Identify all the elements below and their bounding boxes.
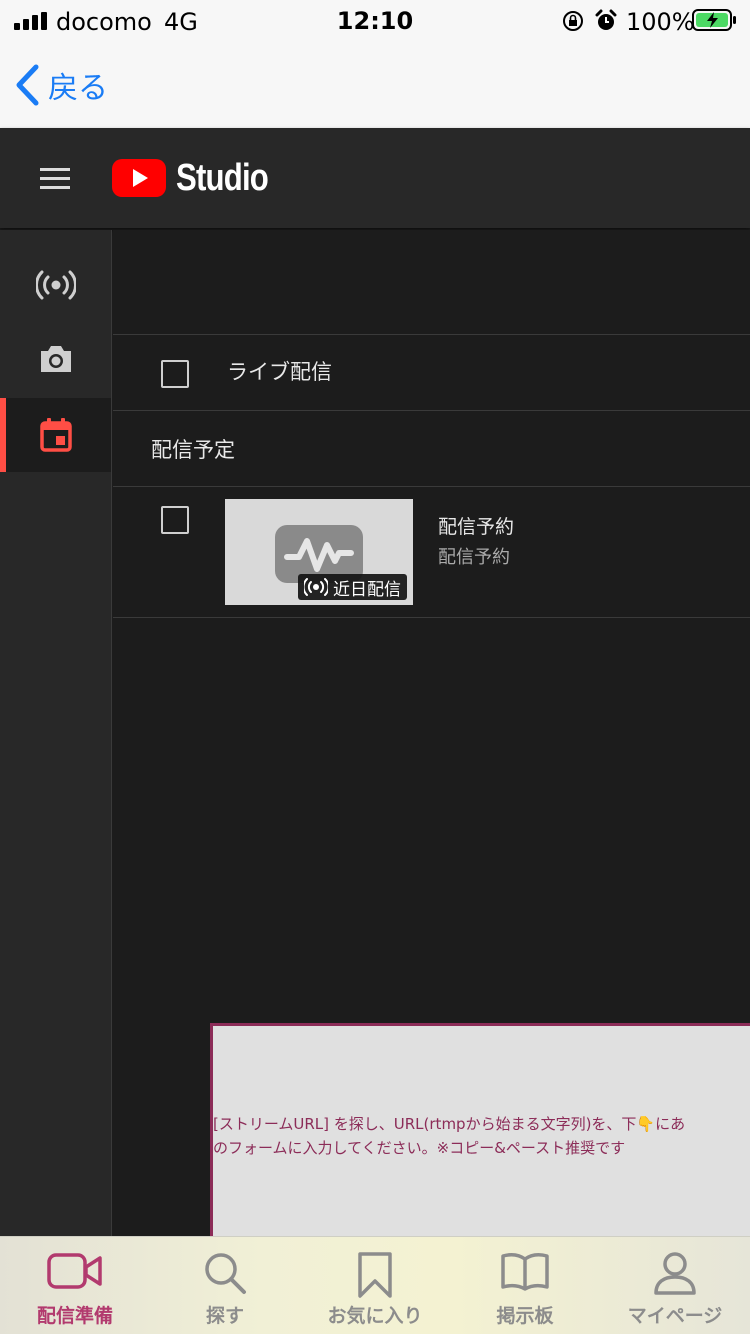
upcoming-badge: 近日配信 bbox=[298, 574, 407, 600]
instruction-line: のフォームに入力してください。※コピー&ペースト推奨です bbox=[213, 1139, 626, 1157]
hamburger-line bbox=[40, 168, 70, 171]
rail-item-live[interactable] bbox=[0, 248, 111, 322]
instruction-line: [ストリームURL] を探し、URL(rtmpから始まる文字列)を、下👇にあ bbox=[213, 1115, 686, 1133]
instruction-overlay: [ストリームURL] を探し、URL(rtmpから始まる文字列)を、下👇にあ の… bbox=[210, 1023, 750, 1243]
status-bar: docomo 4G 12:10 100% bbox=[0, 0, 750, 40]
tab-board[interactable]: 掲示板 bbox=[450, 1237, 600, 1334]
badge-text: 近日配信 bbox=[333, 579, 401, 600]
video-row-checkbox[interactable] bbox=[161, 506, 189, 534]
chevron-left-icon bbox=[16, 64, 39, 106]
video-subtitle: 配信予約 bbox=[438, 547, 510, 568]
rotation-lock-icon bbox=[563, 11, 583, 31]
tab-mypage[interactable]: マイページ bbox=[600, 1237, 750, 1334]
back-button[interactable]: 戻る bbox=[14, 62, 108, 108]
bottom-tab-bar: 配信準備 探す お気に入り 掲示板 マイページ bbox=[0, 1236, 750, 1334]
list-toolbar bbox=[113, 230, 750, 335]
rail-item-camera[interactable] bbox=[0, 322, 111, 396]
youtube-studio-logo[interactable]: Studio bbox=[112, 156, 288, 199]
logo-text: Studio bbox=[176, 156, 269, 199]
studio-header: Studio bbox=[0, 128, 750, 228]
search-icon bbox=[205, 1253, 246, 1294]
tab-label: 探す bbox=[205, 1305, 244, 1327]
tab-label: マイページ bbox=[627, 1305, 723, 1327]
live-broadcast-icon bbox=[304, 578, 328, 596]
youtube-logo-icon bbox=[112, 159, 166, 197]
live-row: ライブ配信 bbox=[113, 336, 750, 411]
tab-favorites[interactable]: お気に入り bbox=[300, 1237, 450, 1334]
battery-percentage: 100% bbox=[626, 8, 695, 36]
battery-icon bbox=[692, 9, 736, 31]
calendar-icon bbox=[39, 418, 72, 452]
rail-item-scheduled[interactable] bbox=[0, 398, 111, 472]
instruction-text: [ストリームURL] を探し、URL(rtmpから始まる文字列)を、下👇にあ の… bbox=[213, 1112, 750, 1160]
section-label: 配信予定 bbox=[151, 438, 235, 462]
tab-prepare[interactable]: 配信準備 bbox=[0, 1237, 150, 1334]
alarm-icon bbox=[595, 9, 617, 30]
back-label: 戻る bbox=[48, 71, 108, 106]
tab-label: 配信準備 bbox=[36, 1305, 113, 1327]
video-camera-icon bbox=[47, 1253, 102, 1289]
tab-label: 掲示板 bbox=[496, 1305, 554, 1327]
video-row: 近日配信 配信予約 配信予約 bbox=[113, 488, 750, 618]
video-title[interactable]: 配信予約 bbox=[438, 512, 514, 539]
live-row-label: ライブ配信 bbox=[227, 360, 332, 384]
live-row-checkbox[interactable] bbox=[161, 360, 189, 388]
hamburger-menu-button[interactable] bbox=[36, 160, 76, 196]
book-icon bbox=[501, 1253, 549, 1291]
tab-label: お気に入り bbox=[327, 1305, 423, 1327]
video-thumbnail[interactable]: 近日配信 bbox=[225, 499, 413, 605]
left-rail bbox=[0, 230, 112, 1236]
bookmark-icon bbox=[358, 1252, 392, 1298]
browser-nav-bar: 戻る bbox=[0, 40, 750, 128]
hamburger-line bbox=[40, 177, 70, 180]
tab-search[interactable]: 探す bbox=[150, 1237, 300, 1334]
live-broadcast-icon bbox=[35, 270, 76, 300]
person-icon bbox=[654, 1252, 696, 1295]
camera-icon bbox=[40, 346, 71, 372]
hamburger-line bbox=[40, 186, 70, 189]
section-header: 配信予定 bbox=[113, 412, 750, 487]
